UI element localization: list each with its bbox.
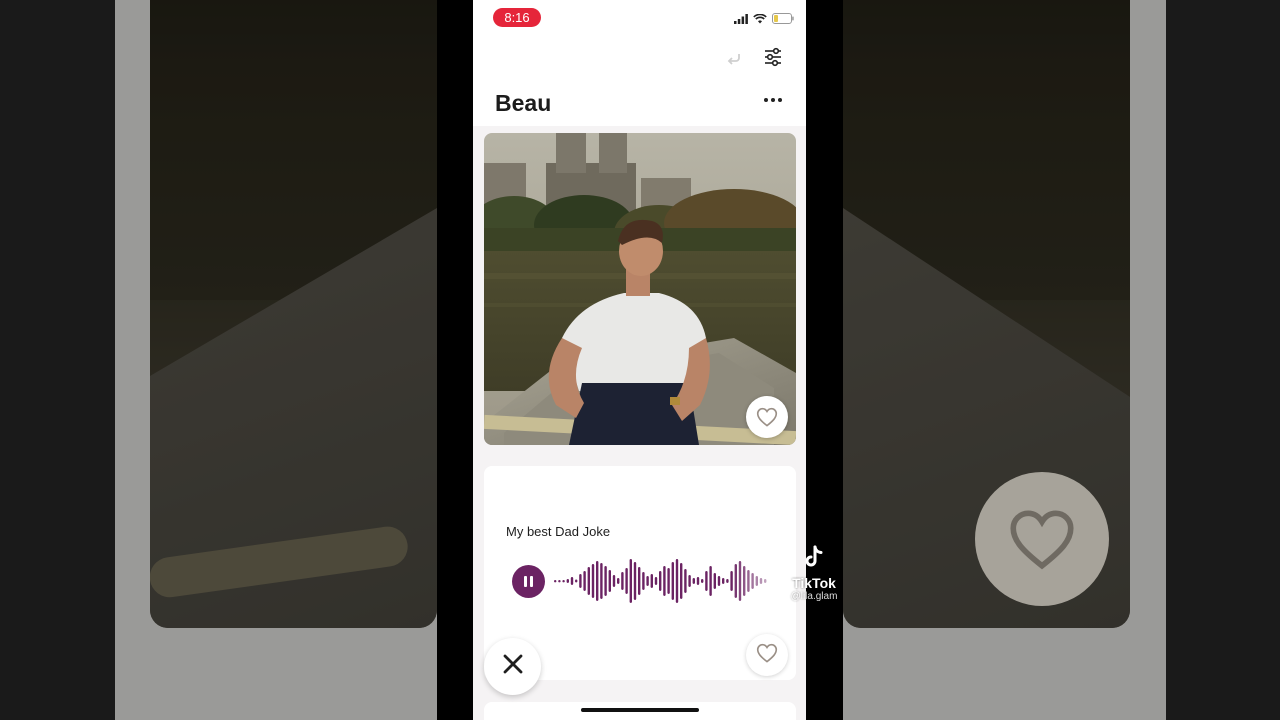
waveform-bar [575, 579, 578, 583]
waveform-bar [717, 576, 721, 586]
heart-icon [756, 407, 778, 427]
waveform-bar [738, 561, 742, 601]
undo-icon [726, 51, 742, 72]
waveform-bar [633, 562, 637, 600]
waveform-bar [747, 570, 750, 592]
pause-icon [523, 576, 535, 587]
pause-button[interactable] [512, 565, 545, 598]
waveform-bar [591, 564, 595, 598]
status-time: 8:16 [493, 8, 541, 27]
waveform-bar [705, 571, 708, 591]
waveform-bar [642, 572, 645, 590]
waveform-bar [764, 579, 767, 583]
waveform-bar [701, 579, 704, 583]
photo-like-button[interactable] [746, 396, 788, 438]
tiktok-watermark: TikTok @lila.glam [784, 545, 844, 602]
waveform-bar [680, 563, 683, 599]
waveform-bar [562, 580, 565, 583]
waveform-bar [638, 567, 641, 595]
battery-icon [772, 11, 794, 29]
top-bar [473, 36, 806, 86]
tiktok-logo-icon [803, 545, 825, 573]
waveform-bar [566, 579, 569, 583]
voice-prompt-title: My best Dad Joke [506, 524, 611, 539]
waveform-bar [604, 566, 607, 596]
waveform-bar [713, 573, 716, 589]
waveform-bar [617, 578, 620, 584]
waveform-bar [696, 577, 700, 585]
waveform-bar [608, 570, 611, 592]
profile-photo-image [484, 133, 796, 445]
waveform-bar [671, 562, 674, 600]
phone-screen: 8:16 Beau My best Dad Joke [473, 0, 806, 720]
profile-header: Beau [473, 86, 806, 126]
wifi-icon [753, 11, 767, 29]
more-dots-icon [764, 98, 768, 102]
waveform-bar [734, 564, 737, 598]
waveform-bar [583, 571, 586, 591]
tiktok-brand: TikTok [792, 575, 836, 591]
signal-icon [734, 11, 748, 29]
waveform-bar [722, 578, 725, 584]
waveform-bar [663, 566, 666, 596]
waveform-bar [755, 576, 758, 586]
tiktok-handle: @lila.glam [790, 591, 838, 602]
waveform-bar [709, 566, 712, 596]
status-bar: 8:16 [473, 0, 806, 36]
waveform-bar [629, 559, 632, 603]
waveform-bar [596, 561, 599, 601]
waveform-bar [667, 568, 670, 594]
profile-photo[interactable] [484, 133, 796, 445]
waveform-bar [558, 580, 561, 583]
waveform-bar [554, 580, 557, 583]
close-x-icon [502, 653, 524, 680]
waveform-bar [587, 567, 590, 595]
waveform-bar [751, 573, 754, 589]
heart-icon [756, 643, 778, 668]
waveform-bar [675, 559, 679, 603]
home-indicator[interactable] [581, 708, 699, 712]
waveform-bar [726, 579, 729, 583]
waveform-bar [650, 574, 653, 588]
dismiss-button[interactable] [484, 638, 541, 695]
filter-sliders-icon [763, 47, 783, 72]
waveform-bar [692, 578, 695, 584]
background-heart-icon [975, 472, 1109, 606]
waveform-bar [659, 571, 662, 591]
filter-button[interactable] [761, 47, 785, 71]
voice-like-button[interactable] [746, 634, 788, 676]
waveform-bar [570, 577, 574, 585]
waveform-bar [579, 574, 582, 588]
waveform-bar [654, 577, 658, 585]
waveform-bar [730, 571, 733, 591]
waveform-bar [688, 575, 691, 587]
waveform-bar [743, 566, 746, 596]
waveform-bar [621, 572, 624, 590]
undo-button[interactable] [723, 50, 745, 72]
more-options-button[interactable] [761, 92, 785, 108]
waveform-bar [759, 578, 763, 584]
profile-name: Beau [495, 90, 552, 116]
waveform-bar [646, 576, 649, 586]
background-blur-left [0, 0, 437, 720]
waveform-bar [612, 575, 616, 587]
background-blur-right [843, 0, 1280, 720]
background-photo-blur [150, 0, 437, 628]
waveform-bar [600, 563, 603, 599]
waveform-bar [625, 568, 628, 594]
waveform-bar [684, 569, 687, 593]
audio-waveform[interactable] [552, 558, 768, 604]
